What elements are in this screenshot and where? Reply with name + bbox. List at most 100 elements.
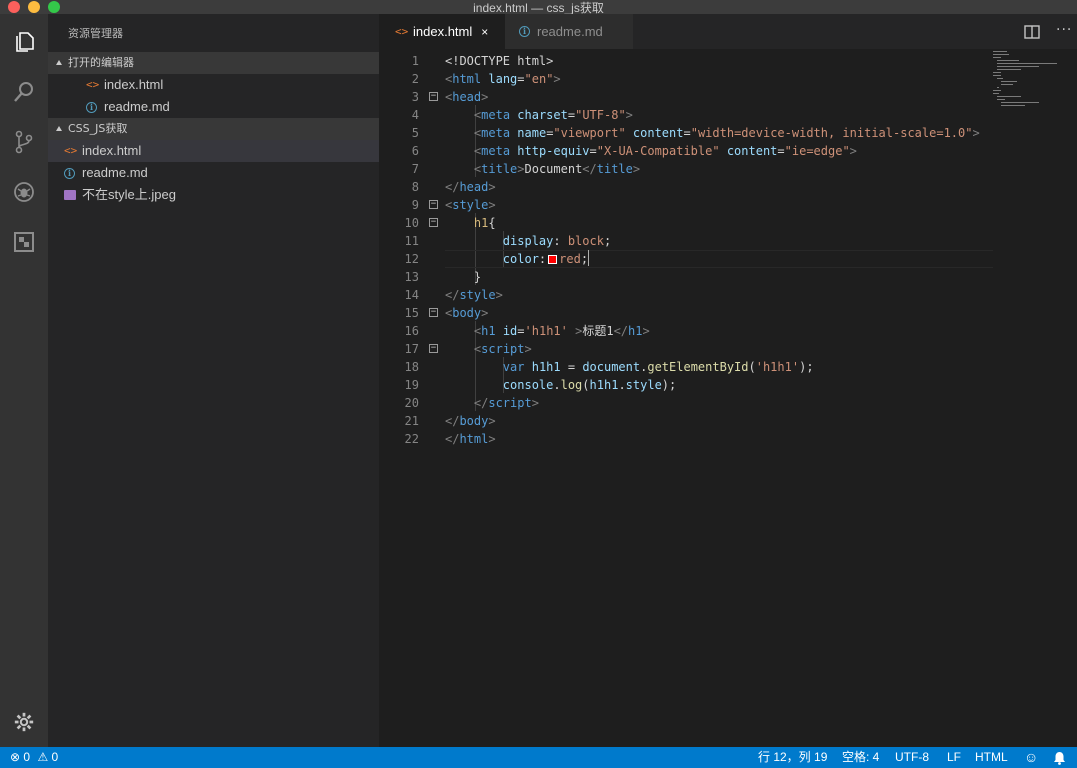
code-editor[interactable]: 1 <!DOCTYPE html> 2 <html lang="en"> 3− <head… (379, 49, 1077, 747)
code-line[interactable]: 1 <!DOCTYPE html> (379, 52, 993, 70)
code-token: > (481, 306, 489, 320)
code-token: 标题1 (582, 324, 614, 338)
fold-toggle-icon[interactable]: − (429, 200, 438, 209)
line-number: 4 (411, 108, 419, 122)
code-line[interactable]: 20 </script> (379, 394, 993, 412)
tab-index-html[interactable]: <> index.html × (379, 14, 505, 49)
code-token: ( (582, 378, 590, 392)
line-number: 9 (411, 198, 419, 212)
code-line[interactable]: 17 − <script> (379, 340, 993, 358)
indentation-setting[interactable]: 空格: 4 (842, 747, 879, 768)
code-line[interactable]: 6 <meta http-equiv="X-UA-Compatible" con… (379, 142, 993, 160)
open-editor-item-readme[interactable]: i readme.md (48, 96, 379, 118)
cursor-position[interactable]: 行 12，列 19 (758, 747, 827, 768)
explorer-icon[interactable] (8, 26, 40, 58)
line-number: 1 (411, 54, 419, 68)
open-editors-section-header[interactable]: 打开的编辑器 (48, 52, 379, 74)
code-line[interactable]: 5 <meta name="viewport" content="width=d… (379, 124, 993, 142)
code-token: > (524, 342, 532, 356)
more-actions-icon[interactable]: ··· (1056, 22, 1072, 38)
split-editor-icon[interactable] (1024, 24, 1040, 43)
code-line[interactable]: 19 console.log(h1h1.style); (379, 376, 993, 394)
code-line[interactable]: 12 color: red; (379, 250, 993, 268)
source-control-icon[interactable] (8, 126, 40, 158)
open-editor-label: index.html (104, 77, 164, 92)
eol-setting[interactable]: LF (947, 747, 961, 768)
open-editor-item-index-html[interactable]: <> index.html (48, 74, 379, 96)
code-line[interactable]: 21 </body> (379, 412, 993, 430)
search-icon[interactable] (8, 76, 40, 108)
explorer-sidebar: 资源管理器 打开的编辑器 <> index.html i readme.md C… (48, 14, 379, 747)
code-line[interactable]: 14 </style> (379, 286, 993, 304)
code-token: Document (524, 162, 583, 176)
encoding-setting[interactable]: UTF-8 (895, 747, 929, 768)
fold-toggle-icon[interactable]: − (429, 92, 438, 101)
fold-toggle-icon[interactable]: − (429, 308, 438, 317)
code-line[interactable]: 16 <h1 id='h1h1' >标题1</h1> (379, 322, 993, 340)
code-line[interactable]: 7 <title>Document</title> (379, 160, 993, 178)
code-token: : (538, 252, 547, 266)
code-token: </ (445, 432, 460, 446)
language-mode[interactable]: HTML (975, 747, 1008, 768)
code-token: h1h1 (531, 360, 561, 374)
code-token: meta (481, 126, 511, 140)
close-tab-icon[interactable]: × (481, 25, 488, 39)
file-item-index-html[interactable]: <> index.html (48, 140, 379, 162)
code-token: "width=device-width, initial-scale=1.0" (690, 126, 973, 140)
code-text: <h1 id='h1h1' >标题1</h1> (445, 322, 650, 340)
tab-readme-md[interactable]: i readme.md (505, 14, 633, 49)
code-text: </script> (445, 394, 539, 412)
code-line[interactable]: 18 var h1h1 = document.getElementById('h… (379, 358, 993, 376)
settings-gear-icon[interactable] (8, 706, 40, 738)
folder-section-header[interactable]: CSS_JS获取 (48, 118, 379, 140)
feedback-smiley-icon[interactable]: ☺ (1024, 747, 1038, 768)
code-token: script (488, 396, 532, 410)
code-line[interactable]: 13 } (379, 268, 993, 286)
code-token: > (481, 90, 489, 104)
debug-icon[interactable] (8, 176, 40, 208)
code-line[interactable]: 4 <meta charset="UTF-8"> (379, 106, 993, 124)
code-line[interactable]: 2 <html lang="en"> (379, 70, 993, 88)
folder-label: CSS_JS获取 (68, 122, 128, 135)
open-editors-label: 打开的编辑器 (68, 56, 134, 69)
code-text: } (445, 268, 481, 286)
code-text: <title>Document</title> (445, 160, 640, 178)
notifications-bell-icon[interactable] (1053, 747, 1066, 768)
fold-toggle-icon[interactable]: − (429, 344, 438, 353)
code-line[interactable]: 15 − <body> (379, 304, 993, 322)
code-token: "en" (524, 72, 554, 86)
line-number: 22 (404, 432, 419, 446)
code-text: <meta name="viewport" content="width=dev… (445, 124, 980, 142)
code-token: red (559, 252, 581, 266)
problems-indicator[interactable]: ⊗ 0 ⚠ 0 (10, 747, 58, 768)
code-token: head (459, 180, 489, 194)
code-line[interactable]: 22 </html> (379, 430, 993, 448)
code-token: 'h1h1' (524, 324, 568, 338)
code-token: script (481, 342, 525, 356)
code-token: "UTF-8" (575, 108, 626, 122)
code-token: var (502, 360, 525, 374)
code-line[interactable]: 9 − <style> (379, 196, 993, 214)
code-line[interactable]: 10 − h1{ (379, 214, 993, 232)
file-item-readme[interactable]: i readme.md (48, 162, 379, 184)
extensions-icon[interactable] (8, 226, 40, 258)
code-token: head (452, 90, 482, 104)
file-item-jpeg[interactable]: 不在style上.jpeg (48, 184, 379, 206)
code-line[interactable]: 8 </head> (379, 178, 993, 196)
code-line[interactable]: 11 display: block; (379, 232, 993, 250)
code-token: > (625, 108, 633, 122)
fold-toggle-icon[interactable]: − (429, 218, 438, 227)
error-icon: ⊗ (10, 750, 21, 764)
minimap[interactable] (991, 49, 1066, 109)
color-swatch[interactable] (548, 255, 558, 264)
activity-bar (0, 14, 48, 747)
code-line[interactable]: 3 − <head> (379, 88, 993, 106)
code-token: html (459, 432, 489, 446)
html-file-icon: <> (86, 78, 100, 91)
code-token: block (567, 234, 604, 248)
